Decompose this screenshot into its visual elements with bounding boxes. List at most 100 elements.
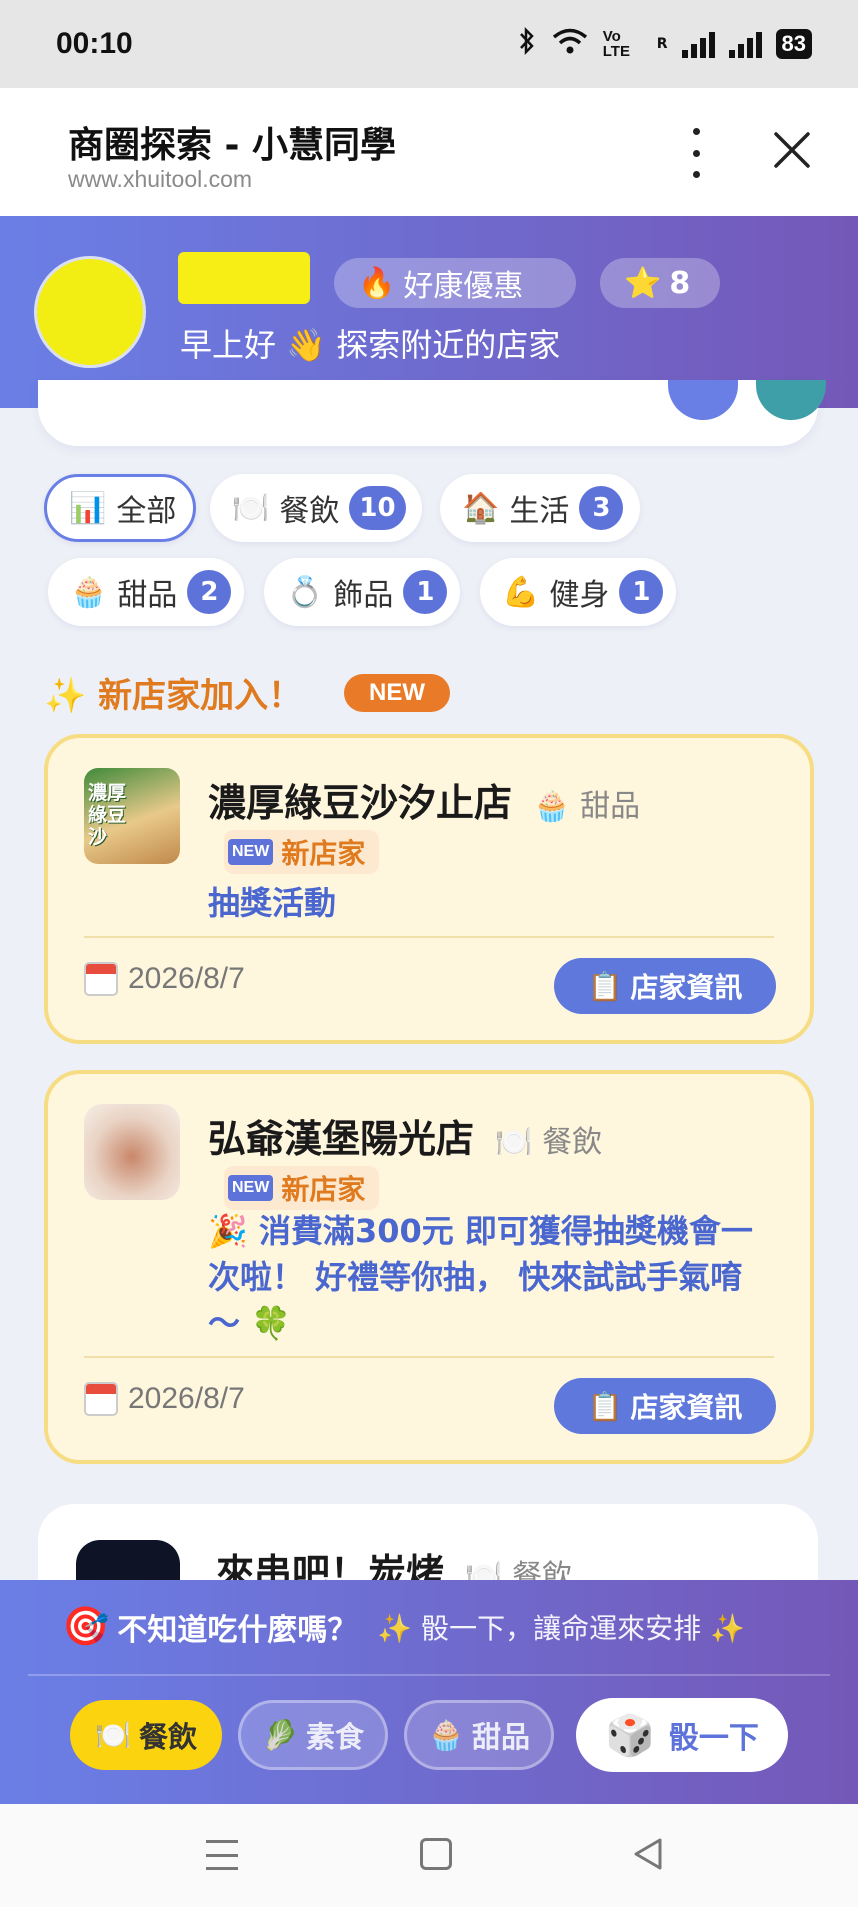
option-label: 素食 <box>306 1720 365 1754</box>
category-dining[interactable]: 🍽️ 餐飲 10 <box>210 474 422 542</box>
category-label: 飾品 <box>333 578 394 613</box>
category-count: 2 <box>187 570 232 614</box>
random-option-dining[interactable]: 🍽️ 餐飲 <box>70 1700 222 1770</box>
search-card <box>38 380 826 446</box>
home-icon[interactable] <box>420 1838 452 1870</box>
deals-label: 好康優惠 <box>403 269 524 304</box>
shop-name-row: 弘爺漢堡陽光店 🍽️ 餐飲 <box>208 1108 602 1163</box>
muscle-icon: 💪 <box>502 574 540 610</box>
random-pick-panel: 🎯 不知道吃什麼嗎？ ✨ 骰一下，讓命運來安排 ✨ 🍽️ 餐飲 🥬 素食 🧁 甜… <box>0 1580 858 1804</box>
ring-icon: 💍 <box>286 574 324 610</box>
shop-name-row: 濃厚綠豆沙汐止店 🧁 甜品 <box>208 772 640 827</box>
clipboard-icon: 📋 <box>587 1389 623 1423</box>
random-pick-prompt: 🎯 不知道吃什麼嗎？ ✨ 骰一下，讓命運來安排 ✨ <box>62 1604 745 1649</box>
new-icon: NEW <box>228 1175 274 1201</box>
page-url: www.xhuitool.com <box>68 166 253 192</box>
cupcake-icon: 🧁 <box>427 1717 465 1752</box>
new-shop-tag: NEW 新店家 <box>224 1166 380 1210</box>
target-icon: 🎯 <box>62 1604 110 1648</box>
shop-logo <box>84 1104 180 1200</box>
category-all[interactable]: 📊 全部 <box>44 474 196 542</box>
roll-dice-label: 骰一下 <box>668 1721 759 1756</box>
avatar[interactable] <box>34 256 146 368</box>
category-count: 3 <box>579 486 624 530</box>
shop-info-button[interactable]: 📋 店家資訊 <box>554 1378 776 1434</box>
category-fitness[interactable]: 💪 健身 1 <box>480 558 676 626</box>
category-count: 10 <box>349 486 406 530</box>
divider <box>84 936 774 938</box>
category-label: 餐飲 <box>279 494 340 529</box>
calendar-icon <box>84 962 118 996</box>
shop-name: 弘爺漢堡陽光店 <box>208 1117 475 1161</box>
star-icon: ⭐ <box>624 265 662 301</box>
category-label: 生活 <box>509 494 570 529</box>
back-icon[interactable] <box>632 1836 664 1876</box>
option-label: 甜品 <box>472 1720 531 1754</box>
random-option-vegetarian[interactable]: 🥬 素食 <box>238 1700 388 1770</box>
status-time: 00:10 <box>56 27 133 60</box>
random-pick-question: 不知道吃什麼嗎？ <box>117 1612 358 1648</box>
shop-date-value: 2026/8/7 <box>128 962 245 995</box>
category-count: 1 <box>619 570 664 614</box>
shop-info-label: 店家資訊 <box>630 971 743 1004</box>
random-option-dessert[interactable]: 🧁 甜品 <box>404 1700 554 1770</box>
search-button[interactable] <box>668 380 738 420</box>
category-count: 1 <box>403 570 448 614</box>
shop-info-button[interactable]: 📋 店家資訊 <box>554 958 776 1014</box>
new-shop-label: 新店家 <box>281 837 366 870</box>
page-title: 商圈探索 - 小慧同學 <box>68 125 397 166</box>
shop-card[interactable]: 濃厚綠豆沙 濃厚綠豆沙汐止店 🧁 甜品 NEW 新店家 抽獎活動 2026/8/… <box>44 734 814 1044</box>
shop-card[interactable]: 弘爺漢堡陽光店 🍽️ 餐飲 NEW 新店家 🎉 消費滿300元 即可獲得抽獎機會… <box>44 1070 814 1464</box>
shop-date-value: 2026/8/7 <box>128 1382 245 1415</box>
shop-category-label: 甜品 <box>580 789 641 824</box>
signal-icon-2 <box>728 30 762 58</box>
location-button[interactable] <box>756 380 826 420</box>
volte-icon: Vo LTE <box>602 28 630 60</box>
category-life[interactable]: 🏠 生活 3 <box>440 474 640 542</box>
house-icon: 🏠 <box>462 490 500 526</box>
system-nav-bar <box>0 1804 858 1907</box>
leafy-greens-icon: 🥬 <box>261 1717 299 1752</box>
dice-icon: 🎲 <box>605 1712 655 1759</box>
category-accessories[interactable]: 💍 飾品 1 <box>264 558 460 626</box>
shop-promo: 抽獎活動 <box>208 884 337 922</box>
plate-icon: 🍽️ <box>232 490 270 526</box>
points-badge[interactable]: ⭐ 8 <box>600 258 720 308</box>
plate-icon: 🍽️ <box>94 1717 132 1752</box>
new-shop-tag: NEW 新店家 <box>224 830 380 874</box>
cupcake-icon: 🧁 <box>533 789 571 824</box>
new-shop-label: 新店家 <box>281 1173 366 1206</box>
shop-info-label: 店家資訊 <box>630 1391 743 1424</box>
fire-icon: 🔥 <box>358 265 396 301</box>
new-badge: NEW <box>344 674 450 712</box>
shop-promo: 🎉 消費滿300元 即可獲得抽獎機會一次啦！ 好禮等你抽， 快來試試手氣唷～ 🍀 <box>208 1212 753 1342</box>
bluetooth-icon <box>517 26 537 63</box>
recent-apps-icon[interactable] <box>206 1840 238 1870</box>
battery-indicator: 83 <box>775 29 812 59</box>
shop-name: 濃厚綠豆沙汐止店 <box>208 781 513 825</box>
shop-category-label: 餐飲 <box>542 1125 603 1160</box>
roll-dice-button[interactable]: 🎲 骰一下 <box>576 1698 788 1772</box>
more-options-icon[interactable] <box>680 128 712 178</box>
category-label: 健身 <box>549 578 610 613</box>
plate-icon: 🍽️ <box>495 1125 533 1160</box>
option-label: 餐飲 <box>139 1720 198 1754</box>
calendar-icon <box>84 1382 118 1416</box>
new-shops-heading: ✨ 新店家加入！ <box>44 676 303 716</box>
divider <box>28 1674 830 1676</box>
browser-header: 商圈探索 - 小慧同學 www.xhuitool.com <box>0 88 858 216</box>
clipboard-icon: 📋 <box>587 969 623 1003</box>
category-label: 甜品 <box>117 578 178 613</box>
status-icons: Vo LTE R 83 <box>517 26 812 63</box>
points-count: 8 <box>669 265 691 301</box>
divider <box>84 1356 774 1358</box>
deals-button[interactable]: 🔥 好康優惠 <box>334 258 576 308</box>
shop-date: 2026/8/7 <box>84 962 245 996</box>
close-icon[interactable] <box>770 128 814 172</box>
category-dessert[interactable]: 🧁 甜品 2 <box>48 558 244 626</box>
signal-icon-1 <box>681 30 715 58</box>
cupcake-icon: 🧁 <box>70 574 108 610</box>
category-label: 全部 <box>116 494 177 529</box>
new-icon: NEW <box>228 839 274 865</box>
wifi-icon <box>551 26 589 63</box>
